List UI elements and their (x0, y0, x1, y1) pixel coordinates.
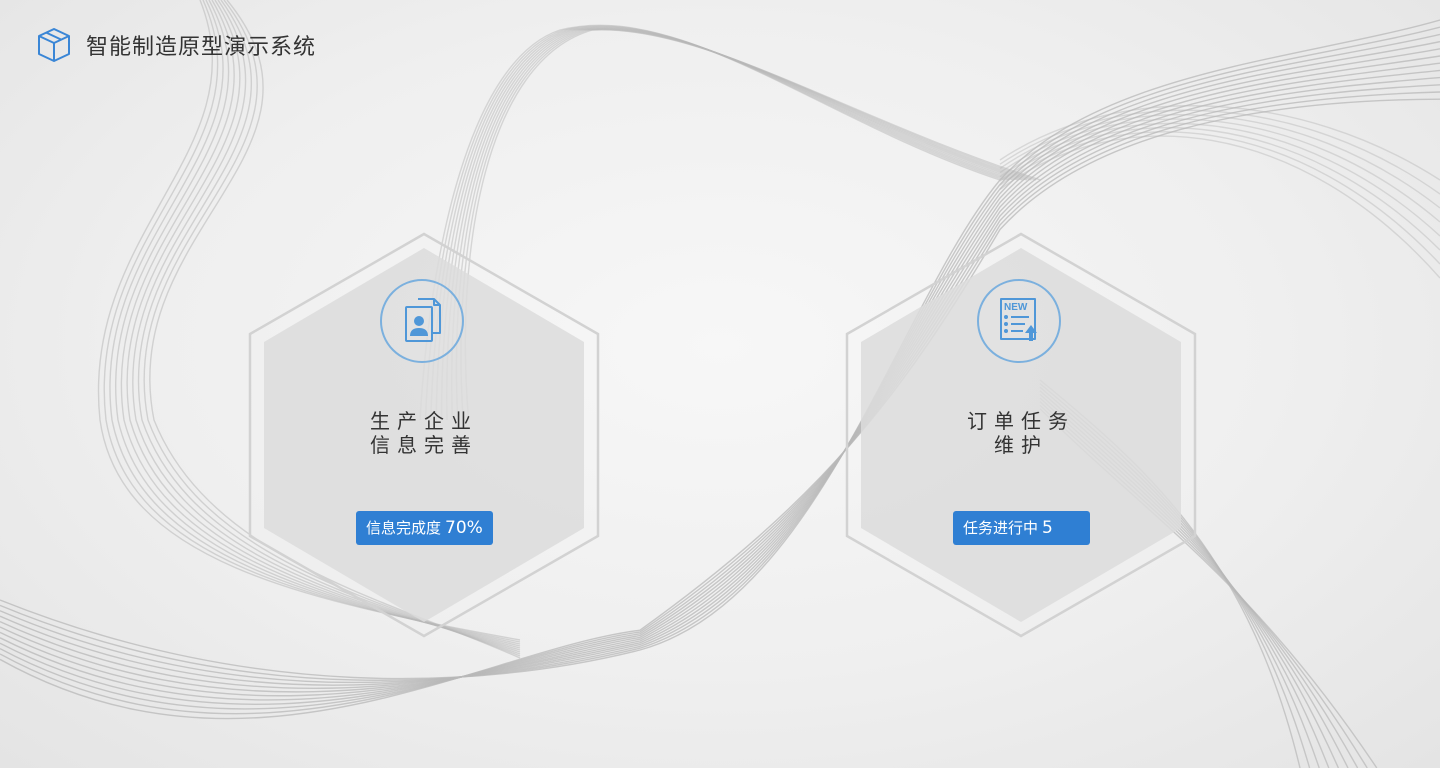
card-title: 订单任务 维护 (845, 409, 1197, 457)
badge-value: 70% (445, 518, 483, 538)
card-title-line1: 订单任务 (967, 409, 1075, 433)
new-label: NEW (1004, 302, 1028, 313)
card-company-info[interactable]: 生产企业 信息完善 信息完成度 70% (248, 232, 600, 638)
icon-circle (380, 279, 464, 363)
app-title: 智能制造原型演示系统 (86, 35, 317, 60)
card-title-line1: 生产企业 (370, 409, 478, 433)
card-title-line2: 维护 (994, 433, 1048, 457)
task-count-badge[interactable]: 任务进行中 5 (953, 511, 1090, 545)
card-order-tasks[interactable]: NEW 订单任务 维护 任务进行中 5 (845, 232, 1197, 638)
card-title: 生产企业 信息完善 (248, 409, 600, 457)
progress-badge[interactable]: 信息完成度 70% (356, 511, 493, 545)
card-title-line2: 信息完善 (370, 433, 478, 457)
app-header: 智能制造原型演示系统 (36, 26, 316, 64)
badge-label: 信息完成度 (366, 519, 442, 537)
background-wave-lines (0, 0, 1440, 768)
new-order-list-icon: NEW (1000, 298, 1037, 341)
badge-value: 5 (1042, 518, 1053, 538)
company-documents-icon (405, 298, 441, 342)
cube-logo-icon (38, 28, 70, 62)
badge-label: 任务进行中 (963, 519, 1039, 537)
icon-circle: NEW (977, 279, 1061, 363)
